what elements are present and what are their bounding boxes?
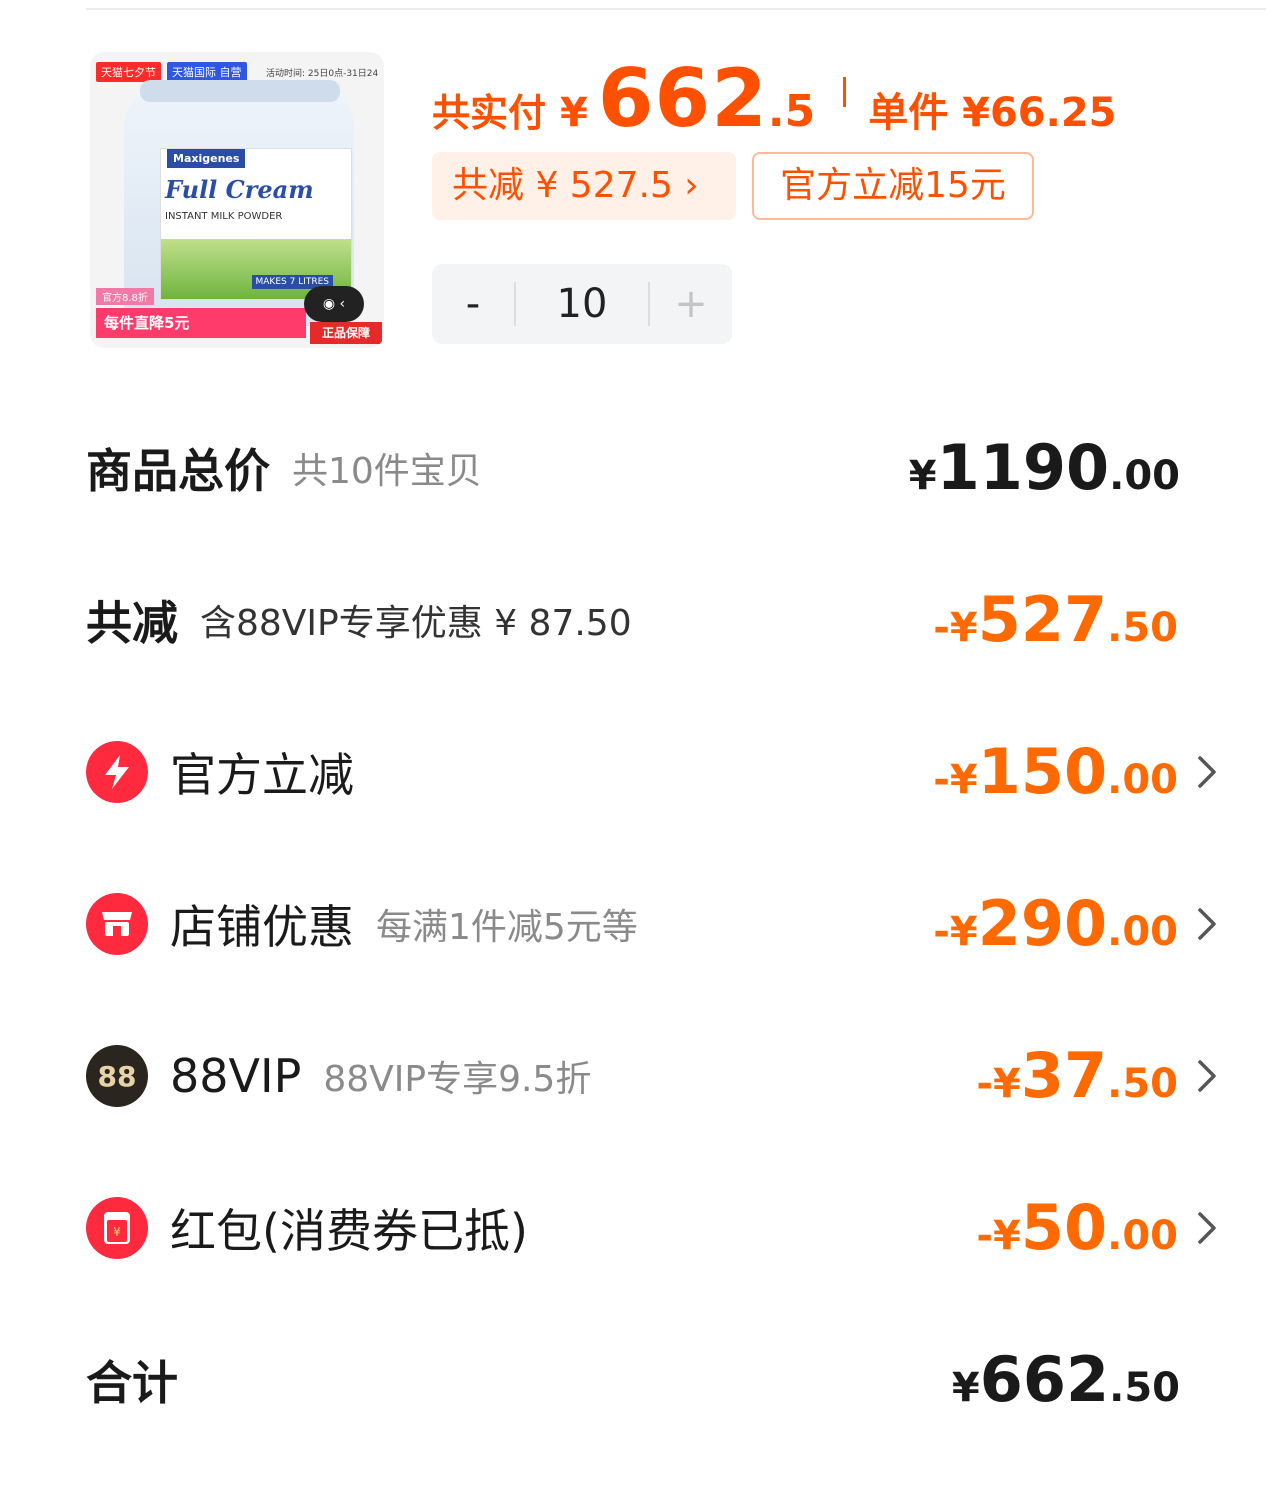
product-name-label: Full Cream: [165, 175, 314, 204]
row-88vip[interactable]: 88 88VIP 88VIP专享9.5折 -¥ 37 .50: [86, 1036, 1226, 1116]
total-paid-label: 共实付: [432, 91, 547, 135]
row-total-discount: 共减 含88VIP专享优惠 ¥ 87.50 -¥ 527 .50: [86, 580, 1226, 660]
row-title: 合计: [86, 1356, 178, 1410]
amount-integer: 37: [1020, 1039, 1108, 1112]
amount-sign: -¥: [976, 1213, 1021, 1259]
amount-fraction: .50: [1109, 1365, 1180, 1411]
row-title: 官方立减: [170, 748, 354, 802]
top-divider: [86, 8, 1266, 10]
amount-fraction: .50: [1107, 605, 1178, 651]
lightning-icon: [86, 741, 148, 803]
amount-fraction: .00: [1107, 1213, 1178, 1259]
product-subtitle: INSTANT MILK POWDER: [165, 211, 283, 222]
amount-integer: 662: [979, 1343, 1110, 1416]
authentic-guarantee-badge: 正品保障: [310, 322, 382, 344]
row-subtotal: 商品总价 共10件宝贝 ¥ 1190 .00: [86, 428, 1226, 508]
quantity-plus-button[interactable]: +: [650, 281, 732, 327]
row-grand-total: 合计 ¥ 662 .50: [86, 1340, 1226, 1420]
quantity-stepper: - 10 +: [432, 264, 732, 344]
discount-small-badge: 官方8.8折: [96, 288, 154, 305]
self-operated-tag: 天猫国际 自营: [167, 62, 247, 82]
total-discount-amount: -¥ 527 .50: [933, 580, 1178, 660]
price-decimal: .5: [767, 86, 816, 137]
unit-price: 单件 ¥66.25: [868, 90, 1117, 136]
row-title: 店铺优惠: [170, 900, 354, 954]
amount-integer: 50: [1020, 1191, 1108, 1264]
amount-sign: ¥: [951, 1365, 980, 1411]
discount-detail-chip[interactable]: 共减 ¥ 527.5 ›: [432, 152, 736, 220]
store-icon: [86, 893, 148, 955]
amount-sign: ¥: [908, 453, 937, 499]
price-line: 共实付 ¥ 662 .5 单件 ¥66.25: [432, 52, 1116, 145]
row-title: 88VIP: [170, 1049, 302, 1103]
price-integer: 662: [597, 52, 768, 145]
row-note: 88VIP专享9.5折: [323, 1059, 592, 1100]
official-discount-chip: 官方立减15元: [752, 152, 1034, 220]
quantity-input[interactable]: 10: [516, 281, 648, 327]
can-lid: [140, 80, 340, 102]
amount-sign: -¥: [933, 909, 978, 955]
row-title: 红包(消费券已抵): [170, 1204, 528, 1258]
amount-fraction: .00: [1107, 757, 1178, 803]
grand-total-amount: ¥ 662 .50: [952, 1340, 1180, 1420]
amount-integer: 1190: [936, 431, 1110, 504]
brand-label: Maxigenes: [167, 149, 246, 168]
chevron-right-icon: [1198, 1212, 1216, 1244]
tmall-cat-icon: ◉ ‹: [304, 286, 364, 322]
vip-discount-amount: -¥ 37 .50: [976, 1036, 1178, 1116]
official-discount-amount: -¥ 150 .00: [933, 732, 1178, 812]
product-image[interactable]: 天猫七夕节 天猫国际 自营 活动时间: 25日0点-31日24点 Maxigen…: [90, 52, 384, 348]
row-note: 每满1件减5元等: [376, 907, 638, 948]
amount-sign: -¥: [976, 1061, 1021, 1107]
amount-integer: 290: [977, 887, 1108, 960]
amount-fraction: .00: [1107, 909, 1178, 955]
row-store-discount[interactable]: 店铺优惠 每满1件减5元等 -¥ 290 .00: [86, 884, 1226, 964]
row-title: 商品总价: [86, 444, 270, 498]
image-tags: 天猫七夕节 天猫国际 自营: [96, 62, 247, 82]
amount-sign: -¥: [933, 605, 978, 651]
quantity-minus-button[interactable]: -: [432, 281, 514, 327]
row-title: 共减: [86, 596, 178, 650]
amount-sign: -¥: [933, 757, 978, 803]
amount-integer: 150: [977, 735, 1108, 808]
svg-text:¥: ¥: [113, 1225, 121, 1239]
price-separator: [843, 77, 847, 107]
amount-integer: 527: [977, 583, 1108, 656]
vip-88-icon: 88: [86, 1045, 148, 1107]
row-red-packet[interactable]: ¥ 红包(消费券已抵) -¥ 50 .00: [86, 1188, 1226, 1268]
can-label: Maxigenes Full Cream INSTANT MILK POWDER…: [160, 148, 352, 300]
row-note: 共10件宝贝: [292, 451, 482, 492]
red-envelope-icon: ¥: [86, 1197, 148, 1259]
store-discount-amount: -¥ 290 .00: [933, 884, 1178, 964]
chevron-right-icon: [1198, 756, 1216, 788]
amount-fraction: .50: [1107, 1061, 1178, 1107]
festival-tag: 天猫七夕节: [96, 62, 161, 82]
chevron-right-icon: [1198, 908, 1216, 940]
chevron-right-icon: [1198, 1060, 1216, 1092]
row-official-discount[interactable]: 官方立减 -¥ 150 .00: [86, 732, 1226, 812]
subtotal-amount: ¥ 1190 .00: [909, 428, 1180, 508]
red-packet-amount: -¥ 50 .00: [976, 1188, 1178, 1268]
row-note: 含88VIP专享优惠 ¥ 87.50: [200, 603, 632, 644]
currency-symbol: ¥: [560, 90, 588, 136]
amount-fraction: .00: [1109, 453, 1180, 499]
promo-bar: 每件直降5元: [96, 308, 306, 338]
